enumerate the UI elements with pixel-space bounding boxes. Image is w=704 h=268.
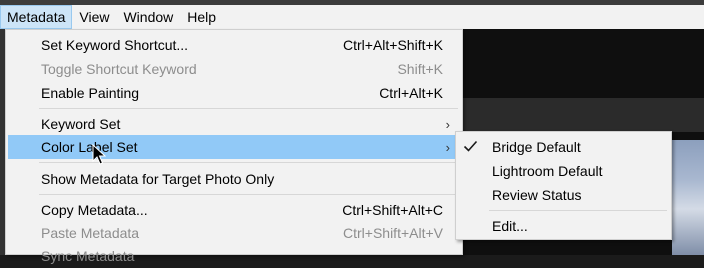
submenu-item-review-status[interactable]: Review Status — [458, 183, 669, 207]
menu-help[interactable]: Help — [180, 5, 223, 29]
menu-item-paste-metadata: Paste Metadata Ctrl+Shift+Alt+V — [8, 221, 460, 245]
menu-item-label: Toggle Shortcut Keyword — [41, 61, 197, 77]
background-panel-header — [462, 98, 704, 132]
background-photo-thumbnail — [672, 140, 704, 255]
submenu-item-lightroom-default[interactable]: Lightroom Default — [458, 159, 669, 183]
menu-metadata[interactable]: Metadata — [0, 5, 73, 29]
submenu-item-label: Bridge Default — [492, 139, 581, 155]
menu-item-copy-metadata[interactable]: Copy Metadata... Ctrl+Shift+Alt+C — [8, 198, 460, 222]
menu-item-shortcut: Ctrl+Shift+Alt+V — [343, 225, 443, 241]
menu-item-color-label-set[interactable]: Color Label Set › — [8, 135, 460, 159]
menu-item-set-keyword-shortcut[interactable]: Set Keyword Shortcut... Ctrl+Alt+Shift+K — [8, 33, 460, 57]
menu-item-sync-metadata: Sync Metadata — [8, 244, 460, 268]
menu-item-label: Sync Metadata — [41, 248, 135, 264]
menu-item-label: Keyword Set — [41, 116, 121, 132]
submenu-item-bridge-default[interactable]: Bridge Default — [458, 135, 669, 159]
chevron-right-icon: › — [445, 139, 450, 155]
menu-separator — [39, 194, 458, 195]
menu-separator — [39, 108, 458, 109]
color-label-set-submenu: Bridge Default Lightroom Default Review … — [455, 131, 672, 240]
menu-separator — [489, 210, 667, 211]
submenu-item-edit[interactable]: Edit... — [458, 214, 669, 238]
menu-item-enable-painting[interactable]: Enable Painting Ctrl+Alt+K — [8, 81, 460, 105]
menu-item-shortcut: Ctrl+Shift+Alt+C — [342, 202, 443, 218]
submenu-item-label: Review Status — [492, 187, 582, 203]
menu-item-label: Show Metadata for Target Photo Only — [41, 171, 275, 187]
menu-item-label: Copy Metadata... — [41, 202, 148, 218]
menu-item-label: Enable Painting — [41, 85, 140, 101]
mouse-pointer-icon — [92, 144, 106, 165]
submenu-item-label: Edit... — [492, 218, 528, 234]
menu-item-shortcut: Ctrl+Alt+K — [379, 85, 443, 101]
menu-item-label: Set Keyword Shortcut... — [41, 37, 189, 53]
metadata-dropdown-menu: Set Keyword Shortcut... Ctrl+Alt+Shift+K… — [5, 29, 463, 264]
menu-item-label: Paste Metadata — [41, 225, 140, 241]
menu-view[interactable]: View — [72, 5, 116, 29]
checkmark-icon — [463, 140, 478, 152]
menu-window[interactable]: Window — [116, 5, 180, 29]
chevron-right-icon: › — [445, 116, 450, 132]
menu-item-keyword-set[interactable]: Keyword Set › — [8, 112, 460, 136]
menu-bar: Metadata View Window Help — [0, 5, 704, 29]
menu-item-show-metadata-target-photo[interactable]: Show Metadata for Target Photo Only — [8, 167, 460, 191]
submenu-item-label: Lightroom Default — [492, 163, 603, 179]
menu-item-shortcut: Ctrl+Alt+Shift+K — [343, 37, 443, 53]
menu-item-shortcut: Shift+K — [397, 61, 443, 77]
menu-item-toggle-shortcut-keyword: Toggle Shortcut Keyword Shift+K — [8, 57, 460, 81]
menu-item-label: Color Label Set — [41, 139, 138, 155]
